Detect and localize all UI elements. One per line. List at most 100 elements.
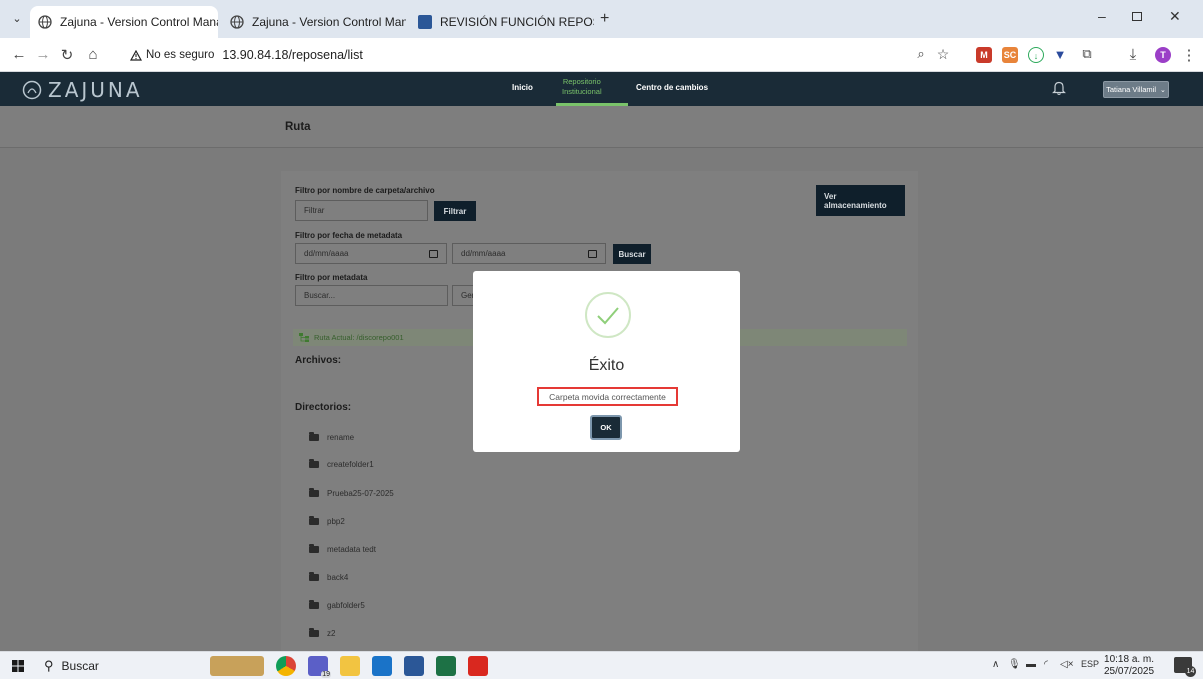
user-menu-button[interactable]: Tatiana Villamil ⌄ [1103,81,1169,98]
directories-heading: Directorios: [295,402,352,413]
calendar-icon[interactable] [429,249,438,258]
filter-name-input[interactable]: Filtrar [295,200,428,221]
taskbar-clock[interactable]: 10:18 a. m. 25/07/2025 [1104,654,1154,678]
camera-icon[interactable]: ▬ [1026,659,1036,670]
file-explorer-icon[interactable] [340,656,360,676]
nav-inicio[interactable]: Inicio [512,83,533,92]
directory-name: gabfolder5 [327,601,365,610]
extension-icon[interactable]: SC [1002,47,1018,63]
page-title: Ruta [285,121,311,133]
reload-icon[interactable]: ↻ [58,46,76,64]
nav-repositorio-line1: Repositorio [562,77,601,86]
url-field[interactable]: No es seguro 13.90.84.18/reposena/list [124,43,954,67]
download-icon[interactable]: ⤓ [1124,46,1142,63]
restore-button[interactable] [1132,12,1142,21]
volume-icon[interactable]: ◁× [1060,659,1074,670]
microphone-icon[interactable]: 🎙 [1008,659,1021,670]
zajuna-logo[interactable]: ZAJUNA [22,78,143,102]
chrome-icon[interactable] [276,656,296,676]
directory-item[interactable]: Prueba25-07-2025 [309,488,394,498]
folder-icon [309,516,319,525]
tab-3[interactable]: REVISIÓN FUNCIÓN REPOSITOI ✕ [410,6,594,38]
tab-2[interactable]: Zajuna - Version Control Manag ✕ [222,6,406,38]
acrobat-icon[interactable] [468,656,488,676]
chevron-down-icon: ⌄ [1160,86,1166,94]
word-icon[interactable] [404,656,424,676]
nav-repositorio[interactable]: Repositorio Institucional [562,77,602,97]
directory-name: metadata tedt [327,545,376,554]
city-widget-icon[interactable] [210,656,264,676]
directory-name: z2 [327,629,336,638]
directory-item[interactable]: z2 [309,628,336,638]
tab-1[interactable]: Zajuna - Version Control Manag ✕ [30,6,218,38]
windows-start-icon[interactable] [12,660,24,672]
new-tab-button[interactable]: + [600,10,609,28]
filter-name-placeholder: Filtrar [304,206,325,215]
metadata-search-input[interactable]: Buscar... [295,285,448,306]
tab-3-title: REVISIÓN FUNCIÓN REPOSITOI [440,15,594,29]
modal-title: Éxito [588,357,625,374]
calendar-icon[interactable] [588,249,597,258]
date-to-input[interactable]: dd/mm/aaaa [452,243,606,264]
directory-item[interactable]: back4 [309,572,349,582]
storage-button-line1: Ver [824,191,837,201]
directory-item[interactable]: metadata tedt [309,544,376,554]
date-from-placeholder: dd/mm/aaaa [304,249,349,258]
storage-button[interactable]: Ver almacenamiento [816,185,905,216]
tab-2-title: Zajuna - Version Control Manag [252,15,406,29]
excel-icon[interactable] [436,656,456,676]
success-modal: Éxito Carpeta movida correctamente OK [473,271,740,452]
zoom-icon[interactable]: ⌕ [912,46,930,62]
directory-item[interactable]: createfolder1 [309,459,374,469]
tab-1-title: Zajuna - Version Control Manag [60,15,218,29]
nav-centro-cambios[interactable]: Centro de cambios [636,83,708,92]
directory-name: back4 [327,573,349,582]
chevron-up-icon[interactable]: ∧ [992,659,999,670]
close-window-button[interactable]: ✕ [1169,8,1181,25]
security-indicator[interactable]: No es seguro [130,49,214,61]
menu-icon[interactable]: ⋮ [1180,46,1198,64]
metadata-search-placeholder: Buscar... [304,291,336,300]
extension-icon[interactable]: ▼ [1052,47,1068,63]
folder-icon [309,572,319,581]
security-label: No es seguro [146,49,215,61]
teams-icon[interactable]: 19 [308,656,331,678]
clock-date: 25/07/2025 [1104,666,1155,677]
outlook-icon[interactable] [372,656,392,676]
directory-item[interactable]: gabfolder5 [309,600,365,610]
logo-text: ZAJUNA [48,78,143,102]
taskbar-search[interactable]: ⚲ Buscar [44,656,204,676]
modal-message: Carpeta movida correctamente [537,387,678,406]
filter-meta-label: Filtro por metadata [295,273,368,282]
date-from-input[interactable]: dd/mm/aaaa [295,243,447,264]
bell-icon[interactable] [1052,80,1066,96]
clock-time: 10:18 a. m. [1104,654,1155,665]
date-to-placeholder: dd/mm/aaaa [461,249,506,258]
folder-icon [309,628,319,637]
word-doc-icon [418,15,432,29]
wifi-icon[interactable]: ◜ [1044,659,1048,670]
windows-taskbar: ⚲ Buscar 19 ∧ 🎙 ▬ ◜ ◁× ESP 10:18 a. m. 2… [0,651,1203,679]
tab-search-button[interactable]: ⌄ [8,10,26,28]
extension-icon[interactable]: M [976,47,992,63]
storage-button-line2: almacenamiento [824,200,887,210]
directory-item[interactable]: rename [309,432,354,442]
folder-tree-icon [299,333,309,342]
extension-icon[interactable]: ↓ [1028,47,1044,63]
date-search-button[interactable]: Buscar [613,244,651,264]
back-arrow-icon[interactable]: ← [10,46,28,63]
language-indicator[interactable]: ESP [1081,659,1099,669]
extensions-puzzle-icon[interactable]: ⧉ [1078,46,1096,62]
directory-item[interactable]: pbp2 [309,516,345,526]
bookmark-star-icon[interactable]: ☆ [934,46,952,63]
minimize-button[interactable]: – [1098,8,1106,24]
filter-button[interactable]: Filtrar [434,201,476,221]
home-icon[interactable]: ⌂ [84,46,102,63]
ok-button[interactable]: OK [590,415,622,440]
folder-icon [309,459,319,468]
profile-avatar[interactable]: T [1155,47,1171,63]
notifications-icon[interactable]: 14 [1174,657,1196,677]
browser-tab-bar: ⌄ Zajuna - Version Control Manag ✕ Zajun… [0,0,1203,38]
address-bar: ← → ↻ ⌂ No es seguro 13.90.84.18/reposen… [0,38,1203,72]
forward-arrow-icon[interactable]: → [34,46,52,63]
